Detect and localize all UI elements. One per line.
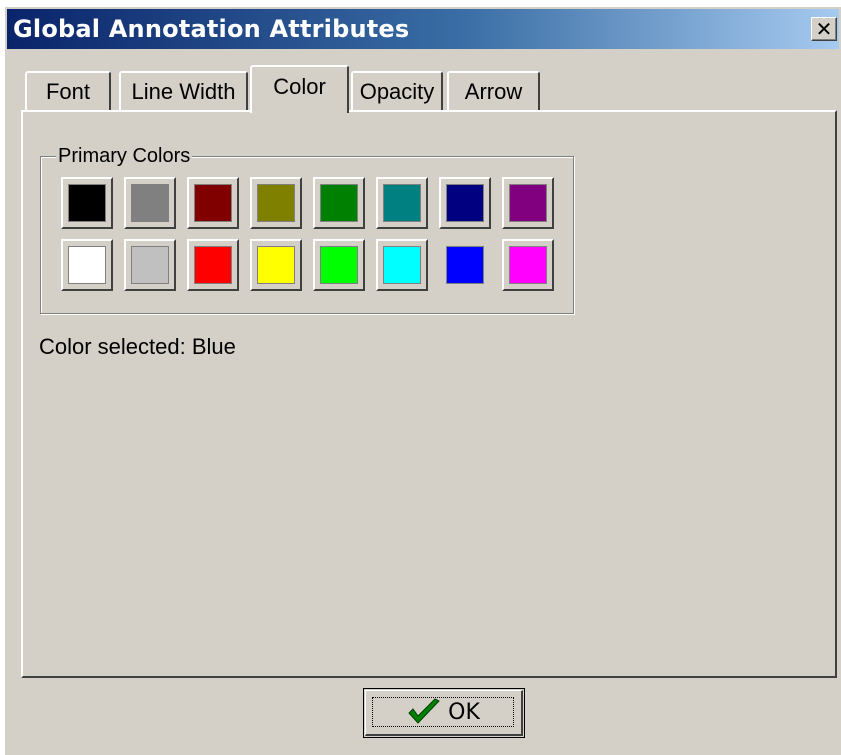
color-swatch-button[interactable]	[376, 177, 428, 229]
color-swatch-button[interactable]	[187, 177, 239, 229]
color-tab-panel: Primary Colors Color selected: Blue	[21, 110, 837, 678]
tab-font[interactable]: Font	[25, 71, 111, 111]
close-icon: ✕	[815, 17, 833, 41]
checkmark-icon	[408, 698, 440, 724]
ok-button-focus: OK	[372, 697, 514, 727]
tab-line-width[interactable]: Line Width	[119, 71, 248, 111]
ok-button[interactable]: OK	[363, 688, 525, 738]
color-swatch-button[interactable]	[439, 177, 491, 229]
color-swatch	[257, 184, 295, 222]
color-swatch	[68, 184, 106, 222]
tab-color[interactable]: Color	[250, 65, 349, 113]
color-swatch	[446, 184, 484, 222]
color-swatch	[194, 184, 232, 222]
color-swatch	[509, 184, 547, 222]
tab-arrow[interactable]: Arrow	[447, 71, 540, 111]
color-swatch	[194, 246, 232, 284]
color-swatch-button[interactable]	[187, 239, 239, 291]
color-selected-text: Color selected: Blue	[39, 334, 236, 359]
color-swatch	[509, 246, 547, 284]
color-swatch-button[interactable]	[250, 177, 302, 229]
color-swatch	[257, 246, 295, 284]
color-swatch-grid	[61, 177, 554, 291]
close-button[interactable]: ✕	[811, 17, 837, 41]
tab-opacity[interactable]: Opacity	[351, 71, 443, 111]
color-swatch-button[interactable]	[61, 177, 113, 229]
color-swatch	[383, 246, 421, 284]
color-swatch-button[interactable]	[313, 177, 365, 229]
color-swatch-button[interactable]	[61, 239, 113, 291]
title-bar[interactable]: Global Annotation Attributes ✕	[7, 9, 839, 49]
color-swatch-button[interactable]	[124, 239, 176, 291]
color-swatch-button[interactable]	[376, 239, 428, 291]
color-swatch-button[interactable]	[313, 239, 365, 291]
color-swatch	[131, 246, 169, 284]
color-swatch-button[interactable]	[502, 239, 554, 291]
primary-colors-label: Primary Colors	[56, 145, 193, 168]
color-swatch	[131, 184, 169, 222]
color-swatch	[320, 246, 358, 284]
window-title: Global Annotation Attributes	[13, 15, 410, 43]
color-swatch-button[interactable]	[502, 177, 554, 229]
dialog-window: Global Annotation Attributes ✕ Font Line…	[4, 6, 841, 755]
color-swatch-button[interactable]	[124, 177, 176, 229]
color-swatch-button[interactable]	[250, 239, 302, 291]
ok-button-label: OK	[448, 699, 480, 725]
color-swatch	[68, 246, 106, 284]
color-swatch-button[interactable]	[439, 239, 491, 291]
color-swatch	[446, 246, 484, 284]
primary-colors-group: Primary Colors	[40, 145, 574, 314]
color-swatch	[320, 184, 358, 222]
color-swatch	[383, 184, 421, 222]
